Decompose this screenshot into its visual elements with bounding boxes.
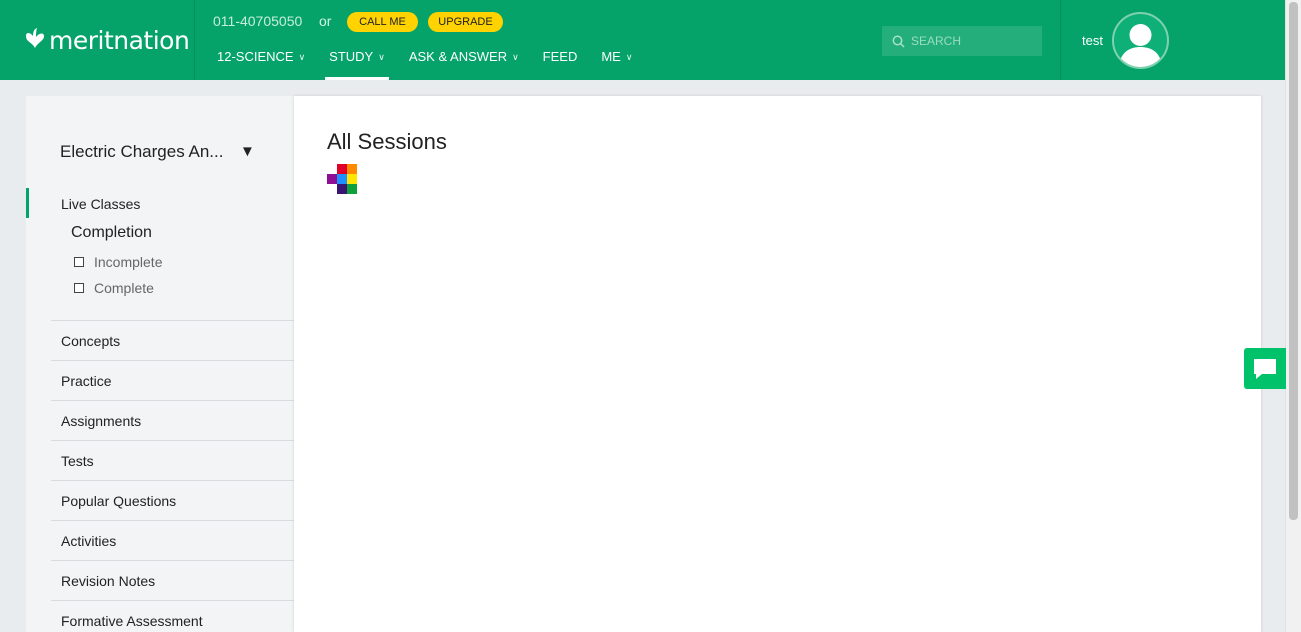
- sidebar-menu: Concepts Practice Assignments Tests Popu…: [51, 320, 294, 632]
- upgrade-button[interactable]: UPGRADE: [428, 12, 503, 32]
- sidebar-item-practice[interactable]: Practice: [51, 360, 294, 400]
- search-box[interactable]: [882, 26, 1042, 56]
- nav-label: STUDY: [329, 49, 374, 64]
- loading-spinner-icon: [327, 164, 357, 194]
- nav-feed[interactable]: FEED: [543, 49, 578, 80]
- user-avatar-icon[interactable]: [1112, 12, 1169, 69]
- sidebar-item-revision-notes[interactable]: Revision Notes: [51, 560, 294, 600]
- search-input[interactable]: [911, 34, 1031, 48]
- filter-complete[interactable]: Complete: [74, 280, 154, 296]
- nav-ask-answer[interactable]: ASK & ANSWER ∨: [409, 49, 519, 80]
- chapter-selector[interactable]: Electric Charges An...: [60, 142, 223, 162]
- nav-label: FEED: [542, 49, 578, 64]
- call-me-button[interactable]: CALL ME: [347, 12, 418, 32]
- meritnation-logo[interactable]: meritnation: [24, 22, 190, 58]
- chevron-down-icon: ∨: [512, 52, 519, 62]
- page-scrollbar[interactable]: [1285, 0, 1301, 632]
- chevron-down-icon: ∨: [625, 52, 633, 62]
- nav-label: ASK & ANSWER: [408, 49, 508, 64]
- sidebar-item-label: Live Classes: [61, 196, 141, 212]
- header-divider: [194, 0, 195, 80]
- nav-me[interactable]: ME ∨: [601, 49, 632, 80]
- sidebar-item-tests[interactable]: Tests: [51, 440, 294, 480]
- sidebar-item-popular-questions[interactable]: Popular Questions: [51, 480, 294, 520]
- chevron-down-icon: ∨: [298, 52, 306, 62]
- sidebar-item-formative-assessment[interactable]: Formative Assessment: [51, 600, 294, 632]
- completion-heading: Completion: [71, 224, 152, 241]
- triangle-down-icon[interactable]: ▼: [240, 143, 255, 160]
- main-nav: 12-SCIENCE ∨ STUDY ∨ ASK & ANSWER ∨ FEED…: [217, 49, 656, 80]
- search-icon: [892, 35, 905, 48]
- top-header: meritnation 011-40705050 or CALL ME UPGR…: [0, 0, 1285, 80]
- nav-label: 12-SCIENCE: [217, 49, 294, 64]
- sidebar: Electric Charges An... ▼ Live Classes Co…: [26, 96, 294, 632]
- header-divider: [1060, 0, 1061, 80]
- chevron-down-icon: ∨: [378, 52, 385, 62]
- nav-12-science[interactable]: 12-SCIENCE ∨: [217, 49, 305, 80]
- main-content: All Sessions: [294, 96, 1261, 632]
- sidebar-item-activities[interactable]: Activities: [51, 520, 294, 560]
- checkbox[interactable]: [74, 283, 84, 293]
- username[interactable]: test: [1082, 33, 1103, 48]
- logo-text: meritnation: [49, 25, 190, 55]
- or-text: or: [319, 13, 332, 29]
- phone-number: 011-40705050: [213, 13, 303, 29]
- nav-label: ME: [601, 49, 621, 64]
- chat-button[interactable]: [1244, 348, 1286, 389]
- nav-study[interactable]: STUDY ∨: [325, 49, 389, 80]
- sidebar-item-assignments[interactable]: Assignments: [51, 400, 294, 440]
- chat-bubble-icon: [1254, 359, 1276, 379]
- sidebar-item-live-classes[interactable]: Live Classes: [26, 188, 294, 218]
- filter-label: Incomplete: [94, 254, 163, 270]
- scrollbar-thumb[interactable]: [1289, 2, 1298, 520]
- filter-label: Complete: [94, 280, 154, 296]
- filter-incomplete[interactable]: Incomplete: [74, 254, 162, 270]
- sidebar-item-concepts[interactable]: Concepts: [51, 320, 294, 360]
- page-title: All Sessions: [327, 129, 447, 154]
- butterfly-icon: [26, 28, 44, 48]
- checkbox[interactable]: [74, 257, 84, 267]
